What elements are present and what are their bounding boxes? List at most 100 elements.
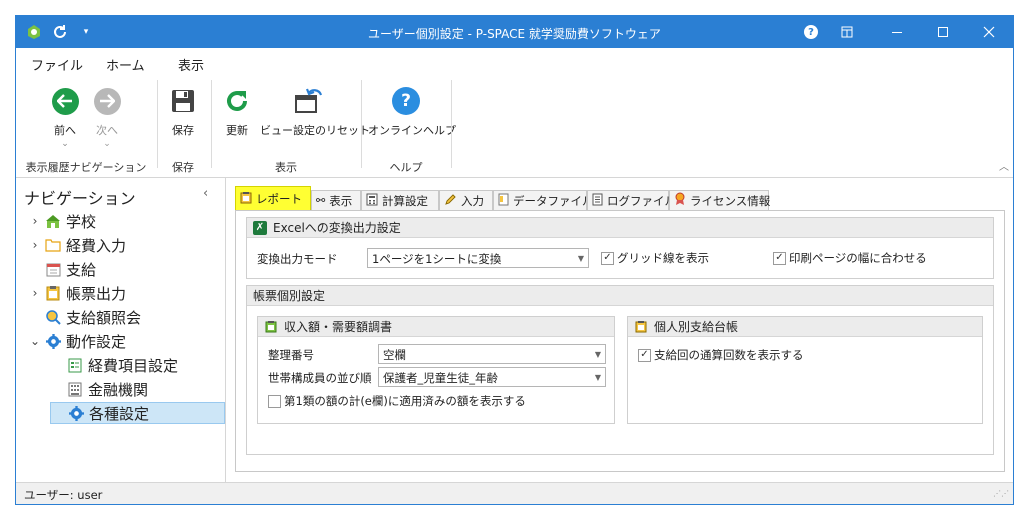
settings-tabs: レポート ⚯ 表示 計算設定 入力 データファイル ログファイル ライセンス情報 — [235, 186, 1005, 210]
excel-group-title: Excelへの変換出力設定 — [273, 221, 401, 235]
member-order-select[interactable]: 保護者_児童生徒_年齢 ▼ — [378, 367, 606, 387]
arrow-right-icon — [93, 87, 121, 115]
sidebar-item-label: 経費入力 — [66, 236, 127, 255]
save-button[interactable]: 保存 — [166, 86, 200, 138]
sidebar-item-label: 動作設定 — [66, 332, 127, 351]
member-order-label: 世帯構成員の並び順 — [268, 371, 372, 385]
form-icon — [67, 357, 83, 373]
tab-display[interactable]: ⚯ 表示 — [311, 190, 361, 210]
output-mode-select[interactable]: 1ページを1シートに変換 ▼ — [367, 248, 589, 268]
reference-number-select[interactable]: 空欄 ▼ — [378, 344, 606, 364]
title-bar: ▾ ユーザー個別設定 - P-SPACE 就学奨励費ソフトウェア ? — [16, 16, 1013, 48]
back-button[interactable]: 前へ ⌄ — [48, 86, 82, 149]
tab-data-file[interactable]: データファイル — [493, 190, 594, 210]
group-divider — [157, 80, 158, 168]
forward-button[interactable]: 次へ ⌄ — [90, 86, 124, 149]
tab-report[interactable]: レポート — [235, 186, 311, 210]
back-label: 前へ — [54, 124, 76, 137]
income-group-title: 収入額・需要額調書 — [284, 320, 393, 334]
tab-license[interactable]: ライセンス情報 — [669, 190, 771, 210]
chevron-right-icon[interactable]: › — [28, 238, 42, 252]
reference-number-value: 空欄 — [383, 348, 406, 362]
app-window: ▾ ユーザー個別設定 - P-SPACE 就学奨励費ソフトウェア ? ファイル … — [15, 15, 1014, 505]
collapse-panel-icon[interactable]: ‹ — [203, 186, 208, 201]
tab-label: 表示 — [329, 193, 353, 208]
gridlines-label: グリッド線を表示 — [617, 251, 709, 265]
class1-applied-label: 第1類の額の計(e欄)に適用済みの額を表示する — [284, 394, 526, 408]
tab-calculation[interactable]: 計算設定 — [361, 190, 439, 210]
tab-file[interactable]: ファイル — [31, 55, 83, 74]
tab-view[interactable]: 表示 — [178, 55, 204, 74]
sidebar-item-operation-settings[interactable]: ⌄ 動作設定 — [28, 330, 126, 352]
member-order-value: 保護者_児童生徒_年齢 — [383, 371, 498, 385]
sidebar-item-school[interactable]: › 学校 — [28, 210, 96, 232]
current-user: ユーザー: user — [24, 488, 103, 502]
forward-label: 次へ — [96, 124, 118, 137]
tab-label: 入力 — [461, 193, 484, 208]
total-count-checkbox[interactable]: ✓ 支給回の通算回数を表示する — [638, 347, 804, 363]
sidebar-item-various-settings[interactable]: 各種設定 — [50, 402, 225, 424]
gear-icon — [45, 333, 61, 349]
minimize-icon[interactable] — [874, 16, 920, 48]
checkbox-checked-icon: ✓ — [601, 251, 614, 265]
tab-label: レポート — [256, 191, 302, 206]
reference-number-label: 整理番号 — [268, 348, 314, 362]
sidebar-item-expense-items[interactable]: 経費項目設定 — [50, 354, 178, 376]
sidebar-item-amount-inquiry[interactable]: 支給額照会 — [28, 306, 141, 328]
online-help-button[interactable]: ? オンラインヘルプ — [368, 86, 456, 138]
group-divider — [361, 80, 362, 168]
data-file-icon — [498, 193, 509, 209]
tab-label: 計算設定 — [382, 193, 428, 208]
gear-icon — [68, 405, 84, 421]
status-bar: ユーザー: user ⋰⋰ — [16, 482, 1013, 504]
gridlines-checkbox[interactable]: ✓ グリッド線を表示 — [601, 250, 709, 266]
resize-grip-icon[interactable]: ⋰⋰ — [993, 489, 1009, 498]
chevron-right-icon[interactable]: › — [28, 286, 42, 300]
ledger-group-title: 個人別支給台帳 — [654, 320, 739, 334]
payment-ledger-group: 個人別支給台帳 ✓ 支給回の通算回数を表示する — [627, 316, 983, 424]
fit-page-width-checkbox[interactable]: ✓ 印刷ページの幅に合わせる — [773, 250, 927, 266]
pencil-icon — [444, 193, 457, 209]
floppy-disk-icon — [168, 86, 198, 116]
class1-applied-checkbox[interactable]: 第1類の額の計(e欄)に適用済みの額を表示する — [268, 393, 526, 409]
reset-view-button[interactable]: ビュー設定のリセット — [260, 86, 370, 138]
sidebar-item-expense-input[interactable]: › 経費入力 — [28, 234, 126, 256]
dropdown-arrow-icon: ▼ — [594, 350, 601, 359]
checkbox-checked-icon: ✓ — [638, 348, 651, 362]
refresh-green-icon — [222, 86, 252, 116]
report-icon — [240, 191, 252, 207]
sidebar-item-label: 支給 — [66, 260, 97, 279]
excel-settings-group: ✗ Excelへの変換出力設定 変換出力モード 1ページを1シートに変換 ▼ ✓… — [246, 217, 994, 279]
ledger-group-header: 個人別支給台帳 — [628, 317, 982, 337]
tab-label: ログファイル — [607, 193, 676, 208]
calculator-icon — [366, 193, 378, 209]
tab-label: ライセンス情報 — [690, 193, 771, 208]
maximize-icon[interactable] — [920, 16, 966, 48]
sidebar-item-report-output[interactable]: › 帳票出力 — [28, 282, 126, 304]
refresh-button[interactable]: 更新 — [220, 86, 254, 138]
report-tab-panel: ✗ Excelへの変換出力設定 変換出力モード 1ページを1シートに変換 ▼ ✓… — [235, 210, 1005, 472]
log-file-icon — [592, 193, 603, 209]
close-icon[interactable] — [966, 16, 1012, 48]
tab-input[interactable]: 入力 — [439, 190, 493, 210]
chevron-right-icon[interactable]: › — [28, 214, 42, 228]
sidebar-item-label: 帳票出力 — [66, 284, 127, 303]
help-circle-icon: ? — [392, 87, 420, 115]
tab-log-file[interactable]: ログファイル — [587, 190, 676, 210]
income-survey-group: 収入額・需要額調書 整理番号 空欄 ▼ 世帯構成員の並び順 保護者_児童生徒_年… — [257, 316, 615, 424]
sidebar-item-financial-institution[interactable]: 金融機関 — [50, 378, 148, 400]
report-group-header: 帳票個別設定 — [247, 286, 993, 306]
sidebar-item-label: 学校 — [66, 212, 97, 231]
sidebar-item-payment[interactable]: 支給 — [28, 258, 96, 280]
group-label-view: 表示 — [275, 161, 297, 174]
chevron-down-icon[interactable]: ⌄ — [28, 334, 42, 348]
income-group-header: 収入額・需要額調書 — [258, 317, 614, 337]
options-icon[interactable] — [824, 16, 870, 48]
search-money-icon — [45, 309, 61, 325]
license-icon — [674, 192, 686, 209]
checkbox-unchecked-icon — [268, 394, 281, 408]
collapse-ribbon-icon[interactable]: ︿ — [999, 158, 1009, 173]
group-label-save: 保存 — [172, 161, 194, 174]
sidebar-item-label: 経費項目設定 — [88, 356, 179, 375]
report-settings-group: 帳票個別設定 収入額・需要額調書 整理番号 空欄 ▼ 世帯構成員の並び順 保護者… — [246, 285, 994, 455]
